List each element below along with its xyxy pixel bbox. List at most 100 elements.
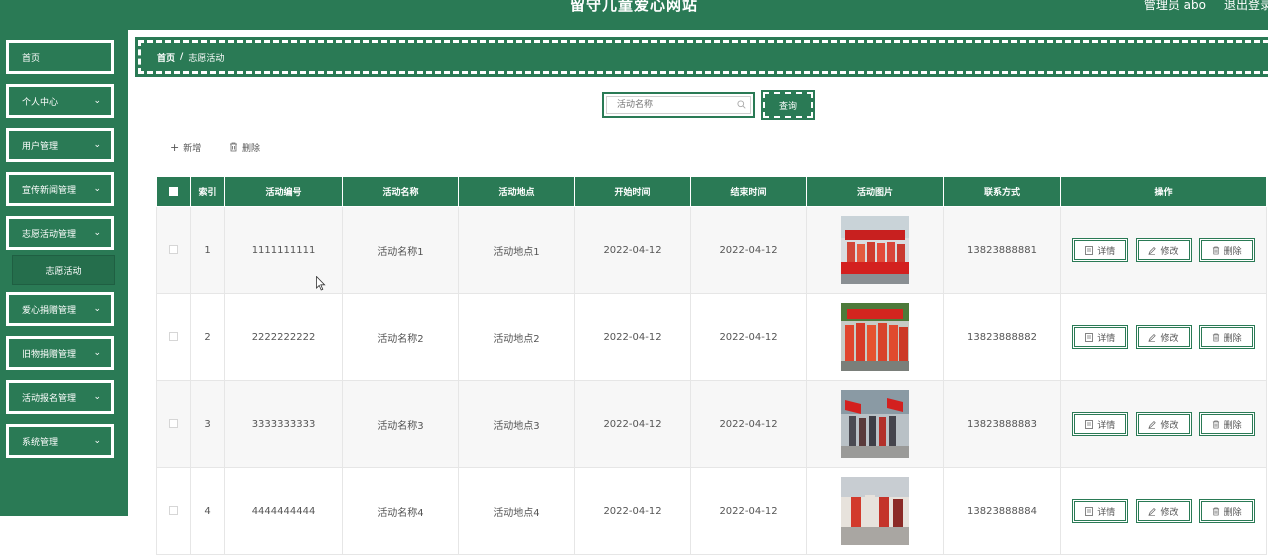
bulk-delete-button[interactable]: 删除 (229, 140, 260, 154)
column-header-image: 活动图片 (806, 176, 944, 207)
column-header-place: 活动地点 (458, 176, 575, 207)
column-header-phone: 联系方式 (943, 176, 1061, 207)
logout-link[interactable]: 退出登录 (1224, 0, 1268, 13)
detail-button[interactable]: 详情 (1072, 499, 1129, 523)
sidebar-item-label: 宣传新闻管理 (22, 185, 77, 196)
row-select-cell[interactable] (156, 293, 191, 381)
search-input[interactable] (606, 96, 751, 114)
row-checkbox[interactable] (169, 506, 178, 515)
sidebar-item-label: 用户管理 (22, 141, 59, 152)
trash-icon (1212, 246, 1219, 254)
cell-end: 2022-04-12 (690, 467, 807, 555)
chevron-down-icon: ⌄ (93, 228, 101, 238)
sidebar-item-used-goods-donation[interactable]: 旧物捐赠管理 ⌄ (6, 336, 114, 370)
add-button[interactable]: + 新增 (170, 140, 201, 154)
sidebar-item-label: 旧物捐赠管理 (22, 349, 77, 360)
trash-icon (1212, 333, 1219, 341)
top-header: 留守儿童爱心网站 管理员 abo 退出登录 (0, 0, 1268, 30)
admin-user-label: 管理员 abo (1143, 0, 1206, 12)
document-icon (1085, 506, 1094, 516)
sidebar-item-label: 爱心捐赠管理 (22, 305, 77, 316)
cell-name: 活动名称1 (342, 206, 459, 294)
cell-actions: 详情 修改 删除 (1060, 380, 1267, 468)
sidebar-item-system-management[interactable]: 系统管理 ⌄ (6, 424, 114, 458)
cell-actions: 详情 修改 删除 (1060, 467, 1267, 555)
cell-image (806, 293, 944, 381)
chevron-down-icon: ⌄ (93, 140, 101, 150)
cell-place: 活动地点1 (458, 206, 575, 294)
column-header-actions: 操作 (1060, 176, 1267, 207)
column-header-end: 结束时间 (690, 176, 807, 207)
header-select-all[interactable] (156, 176, 191, 207)
row-checkbox[interactable] (169, 245, 178, 254)
breadcrumb-home[interactable]: 首页 (157, 51, 175, 64)
query-button[interactable]: 查询 (761, 90, 815, 120)
sidebar-item-activity-signup[interactable]: 活动报名管理 ⌄ (6, 380, 114, 414)
pencil-icon (1148, 246, 1157, 255)
sidebar-item-volunteer-management[interactable]: 志愿活动管理 ⌄ (6, 216, 114, 250)
activity-photo[interactable] (841, 216, 909, 284)
row-select-cell[interactable] (156, 380, 191, 468)
sidebar-item-label: 活动报名管理 (22, 393, 77, 404)
sidebar-item-personal-center[interactable]: 个人中心 ⌄ (6, 84, 114, 118)
pencil-icon (1148, 333, 1157, 342)
activity-photo[interactable] (841, 477, 909, 545)
pencil-icon (1148, 420, 1157, 429)
cell-start: 2022-04-12 (574, 467, 691, 555)
document-icon (1085, 245, 1094, 255)
row-checkbox[interactable] (169, 332, 178, 341)
site-title: 留守儿童爱心网站 (569, 0, 698, 14)
mouse-cursor-icon (316, 276, 326, 291)
cell-code: 3333333333 (224, 380, 343, 468)
cell-phone: 13823888881 (943, 206, 1061, 294)
sidebar-item-love-donation[interactable]: 爱心捐赠管理 ⌄ (6, 292, 114, 326)
select-all-checkbox[interactable] (169, 186, 178, 196)
cell-start: 2022-04-12 (574, 293, 691, 381)
delete-button[interactable]: 删除 (1198, 499, 1255, 523)
sidebar-item-label: 首页 (22, 53, 41, 64)
edit-button-label: 修改 (1160, 333, 1179, 344)
sidebar-item-home[interactable]: 首页 (6, 40, 114, 74)
search-box (602, 92, 755, 118)
sidebar-item-label: 系统管理 (22, 437, 59, 448)
sidebar-item-news-management[interactable]: 宣传新闻管理 ⌄ (6, 172, 114, 206)
detail-button-label: 详情 (1097, 333, 1116, 344)
activity-photo[interactable] (841, 390, 909, 458)
sidebar: 首页 个人中心 ⌄ 用户管理 ⌄ 宣传新闻管理 ⌄ 志愿活动管理 ⌄ 志愿活动 … (0, 30, 128, 516)
cell-index: 2 (190, 293, 225, 381)
cell-actions: 详情 修改 删除 (1060, 293, 1267, 381)
submenu-item-volunteer-activity[interactable]: 志愿活动 (12, 255, 115, 285)
row-select-cell[interactable] (156, 206, 191, 294)
cell-image (806, 206, 944, 294)
document-icon (1085, 332, 1094, 342)
delete-button-label: 删除 (1223, 333, 1242, 344)
delete-button[interactable]: 删除 (1198, 325, 1255, 349)
search-icon (737, 100, 746, 109)
cell-name: 活动名称3 (342, 380, 459, 468)
edit-button[interactable]: 修改 (1135, 238, 1192, 262)
cell-index: 4 (190, 467, 225, 555)
chevron-down-icon: ⌄ (93, 304, 101, 314)
cell-place: 活动地点2 (458, 293, 575, 381)
edit-button[interactable]: 修改 (1135, 412, 1192, 436)
sidebar-item-user-management[interactable]: 用户管理 ⌄ (6, 128, 114, 162)
delete-button[interactable]: 删除 (1198, 412, 1255, 436)
detail-button[interactable]: 详情 (1072, 325, 1129, 349)
edit-button[interactable]: 修改 (1135, 499, 1192, 523)
row-checkbox[interactable] (169, 419, 178, 428)
cell-phone: 13823888882 (943, 293, 1061, 381)
edit-button[interactable]: 修改 (1135, 325, 1192, 349)
breadcrumb-separator: / (180, 52, 184, 62)
table-row: 4 4444444444 活动名称4 活动地点4 2022-04-12 2022… (156, 467, 1267, 555)
chevron-down-icon: ⌄ (93, 184, 101, 194)
plus-icon: + (170, 140, 180, 154)
cell-start: 2022-04-12 (574, 206, 691, 294)
activity-photo[interactable] (841, 303, 909, 371)
column-header-start: 开始时间 (574, 176, 691, 207)
delete-button[interactable]: 删除 (1198, 238, 1255, 262)
detail-button[interactable]: 详情 (1072, 238, 1129, 262)
detail-button[interactable]: 详情 (1072, 412, 1129, 436)
cell-image (806, 380, 944, 468)
cell-index: 1 (190, 206, 225, 294)
row-select-cell[interactable] (156, 467, 191, 555)
